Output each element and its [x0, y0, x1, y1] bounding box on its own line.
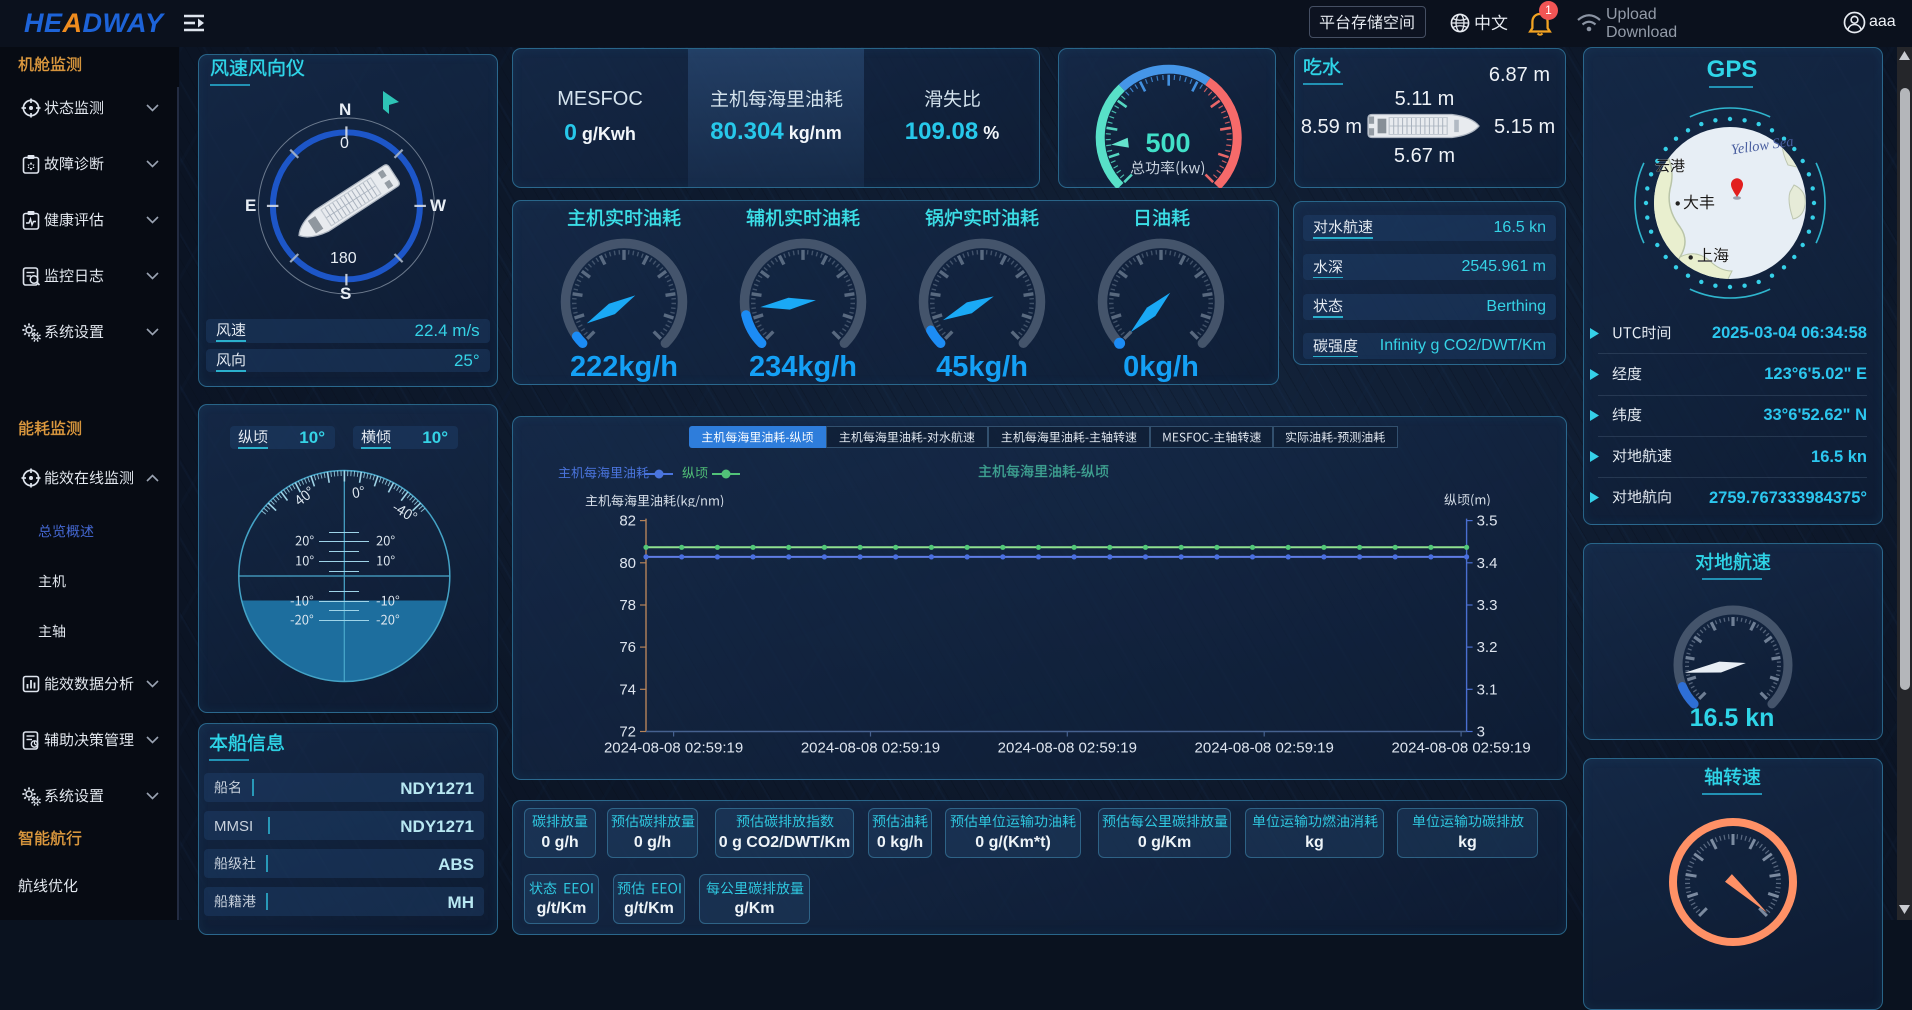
- svg-text:78: 78: [619, 597, 636, 614]
- svg-text:2024-08-08 02:59:19: 2024-08-08 02:59:19: [1195, 740, 1334, 757]
- svg-text:3.3: 3.3: [1477, 597, 1498, 614]
- svg-text:82: 82: [619, 513, 636, 530]
- svg-text:2024-08-08 02:59:19: 2024-08-08 02:59:19: [801, 740, 940, 757]
- svg-text:2024-08-08 02:59:19: 2024-08-08 02:59:19: [604, 740, 743, 757]
- svg-text:76: 76: [619, 639, 636, 656]
- svg-text:3.1: 3.1: [1477, 681, 1498, 698]
- svg-text:2024-08-08 02:59:19: 2024-08-08 02:59:19: [1391, 740, 1530, 757]
- svg-text:2024-08-08 02:59:19: 2024-08-08 02:59:19: [998, 740, 1137, 757]
- svg-text:72: 72: [619, 724, 636, 741]
- svg-text:74: 74: [619, 681, 636, 698]
- svg-text:3.5: 3.5: [1477, 513, 1498, 530]
- svg-text:3: 3: [1477, 724, 1485, 741]
- svg-text:80: 80: [619, 555, 636, 572]
- svg-text:3.4: 3.4: [1477, 555, 1498, 572]
- svg-text:3.2: 3.2: [1477, 639, 1498, 656]
